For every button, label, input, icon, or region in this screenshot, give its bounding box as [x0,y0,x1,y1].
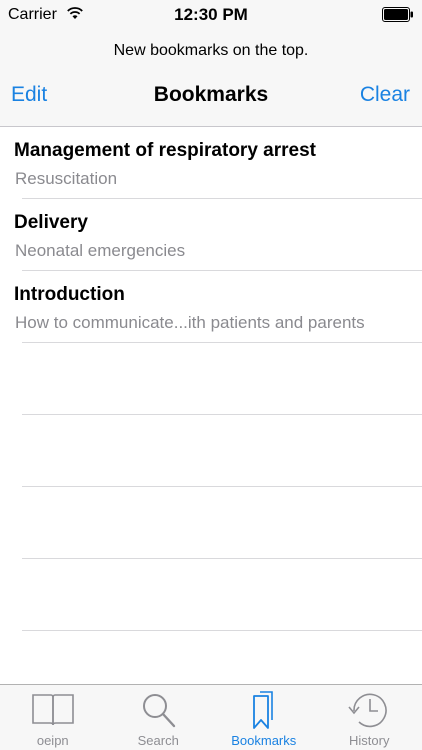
history-icon [348,693,387,728]
status-bar: Carrier 12:30 PM [0,0,422,30]
search-icon [143,694,176,728]
navigation-bar: New bookmarks on the top. Edit Bookmarks… [0,30,422,127]
tab-label: oeipn [36,733,69,748]
tab-oeipn[interactable]: oeipn [0,685,106,750]
list-item[interactable]: Delivery Neonatal emergencies [0,199,422,271]
tab-search[interactable]: Search [106,685,212,750]
empty-row [0,415,422,487]
empty-row [0,559,422,631]
clear-button[interactable]: Clear [360,83,410,107]
tab-history[interactable]: History [317,685,422,750]
bookmark-order-hint: New bookmarks on the top. [113,42,309,59]
edit-button[interactable]: Edit [11,83,47,107]
tab-bookmarks[interactable]: Bookmarks [211,685,317,750]
bookmark-title: Management of respiratory arrest [14,140,316,161]
empty-row [0,487,422,559]
tab-label: Bookmarks [231,733,297,748]
row-separator [22,630,422,631]
list-item[interactable]: Introduction How to communicate...ith pa… [0,271,422,343]
bookmark-title: Delivery [14,212,88,233]
tab-label: History [349,733,390,748]
bookmarks-list: Management of respiratory arrest Resusci… [0,127,422,631]
tab-bar: oeipn Search Bookmarks History [0,684,422,750]
bookmark-subtitle: How to communicate...ith patients and pa… [15,313,365,332]
bookmark-subtitle: Resuscitation [15,169,118,188]
battery-icon [382,7,413,22]
page-title: Bookmarks [153,83,269,106]
list-item[interactable]: Management of respiratory arrest Resusci… [0,127,422,199]
bookmark-subtitle: Neonatal emergencies [15,241,186,260]
tab-label: Search [137,733,179,748]
app-screen: Carrier 12:30 PM New bookmarks on the to… [0,0,422,750]
book-icon [31,694,74,726]
clock-label: 12:30 PM [174,5,248,24]
empty-row [0,343,422,415]
bookmarks-icon [252,691,273,729]
bookmark-title: Introduction [14,284,125,305]
